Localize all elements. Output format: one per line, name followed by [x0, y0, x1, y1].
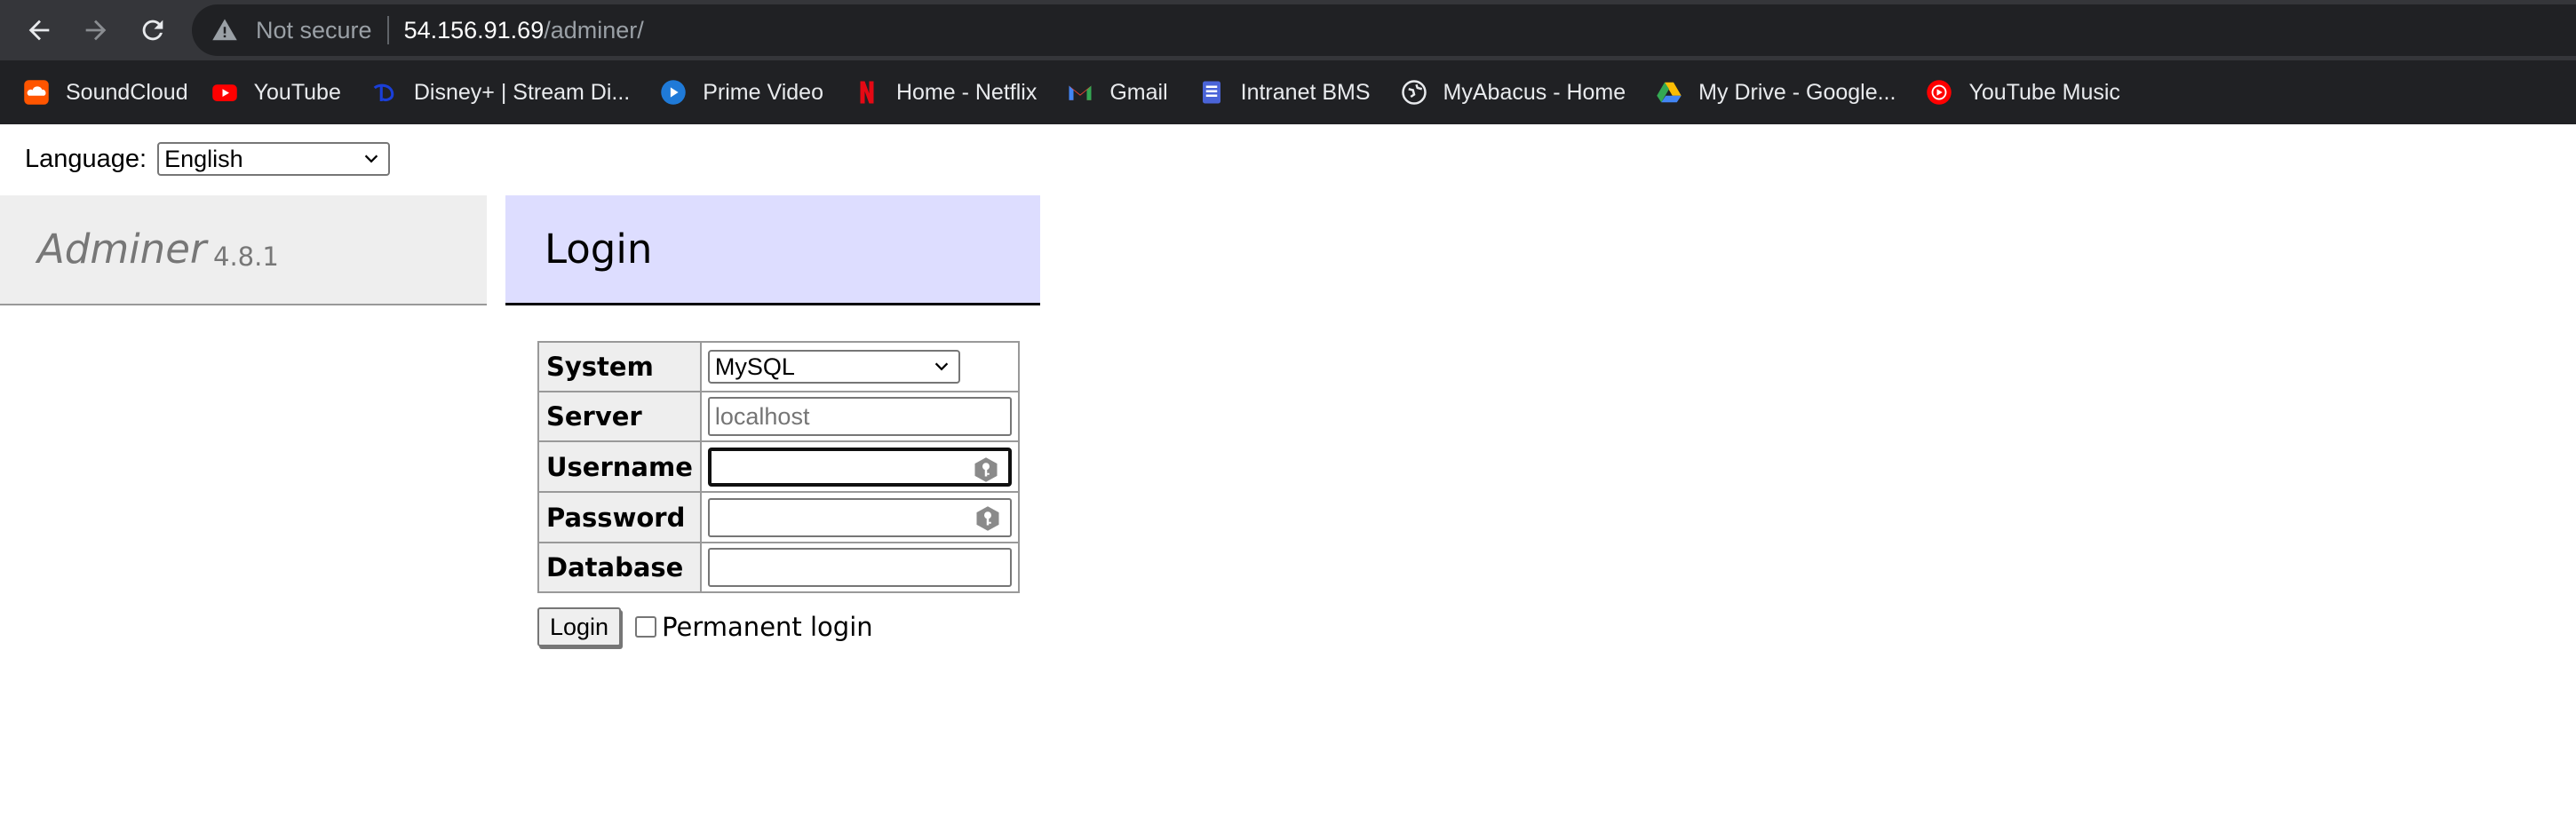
language-select[interactable]: English: [157, 142, 391, 176]
warning-icon[interactable]: [211, 17, 238, 44]
forward-button[interactable]: [75, 9, 117, 52]
bookmark-youtube-music[interactable]: YouTube Music: [1926, 71, 2120, 114]
intranet-icon: [1198, 79, 1225, 106]
bookmark-label: Disney+ | Stream Di...: [413, 79, 631, 105]
youtube-music-icon: [1926, 79, 1952, 106]
forward-arrow-icon: [85, 20, 107, 41]
password-manager-key-icon[interactable]: [974, 505, 1001, 532]
gmail-icon: [1067, 79, 1093, 106]
globe-icon: [1401, 79, 1427, 106]
soundcloud-icon: [23, 79, 50, 106]
bookmark-gmail[interactable]: Gmail: [1067, 71, 1168, 114]
bookmark-soundcloud[interactable]: SoundCloud: [23, 71, 188, 114]
system-select-value: MySQL: [714, 353, 795, 380]
form-row-password: Password: [537, 491, 1020, 543]
bookmark-label: Home - Netflix: [895, 79, 1038, 105]
heading-panel: Login: [505, 195, 1040, 305]
permanent-login-checkbox[interactable]: [635, 616, 657, 638]
youtube-icon: [211, 79, 238, 106]
app-version[interactable]: 4.8.1: [213, 242, 279, 272]
prime-video-icon: [660, 79, 687, 106]
bookmark-prime-video[interactable]: Prime Video: [660, 71, 823, 114]
password-manager-key-icon[interactable]: [973, 456, 999, 483]
reload-icon: [142, 20, 163, 41]
url-host[interactable]: 54.156.91.69: [404, 17, 545, 44]
language-form: Language: English: [25, 142, 391, 176]
username-cell: [699, 440, 1020, 493]
browser-chrome: Not secure 54.156.91.69/adminer/ SoundCl…: [0, 0, 2576, 124]
system-cell: MySQL: [699, 341, 1020, 392]
bookmark-disney-plus[interactable]: Disney+ | Stream Di...: [371, 71, 630, 114]
back-arrow-icon: [28, 20, 50, 41]
bookmark-label: My Drive - Google...: [1698, 79, 1896, 105]
system-label: System: [537, 341, 702, 392]
bookmark-youtube[interactable]: YouTube: [211, 71, 341, 114]
server-label: Server: [537, 391, 702, 442]
language-select-value: English: [164, 145, 243, 172]
form-row-database: Database: [537, 542, 1020, 593]
address-bar[interactable]: Not secure 54.156.91.69/adminer/: [192, 4, 2576, 56]
form-row-server: Server localhost: [537, 391, 1020, 442]
bookmark-label: YouTube: [253, 79, 341, 105]
bookmark-label: Prime Video: [703, 79, 823, 105]
permanent-login-label[interactable]: Permanent login: [662, 612, 873, 642]
bookmark-intranet-bms[interactable]: Intranet BMS: [1198, 71, 1371, 114]
bookmark-label: Gmail: [1109, 79, 1168, 105]
netflix-icon: [854, 79, 880, 106]
bookmark-label: YouTube Music: [1968, 79, 2120, 105]
form-row-system: System MySQL: [537, 341, 1020, 392]
url-path[interactable]: /adminer/: [544, 17, 644, 44]
google-drive-icon: [1656, 79, 1682, 106]
bookmark-label: MyAbacus - Home: [1443, 79, 1626, 105]
language-label: Language:: [25, 144, 147, 173]
app-name-link[interactable]: Adminer: [37, 226, 206, 273]
database-input[interactable]: [707, 548, 1012, 587]
reload-button[interactable]: [131, 9, 174, 52]
login-button[interactable]: Login: [537, 607, 622, 646]
server-cell: localhost: [699, 391, 1020, 442]
bookmark-google-drive[interactable]: My Drive - Google...: [1656, 71, 1896, 114]
form-row-username: Username: [537, 440, 1020, 493]
password-input[interactable]: [707, 497, 1012, 537]
username-label: Username: [537, 440, 702, 493]
chevron-down-icon: [934, 362, 949, 371]
security-status[interactable]: Not secure: [256, 17, 372, 44]
url-divider: [386, 16, 389, 44]
server-input[interactable]: localhost: [707, 397, 1012, 436]
bookmarks-bar: SoundCloud YouTube Disney+ | Stream Di..…: [0, 71, 2576, 114]
server-placeholder: localhost: [714, 402, 810, 430]
database-label: Database: [537, 542, 702, 593]
password-label: Password: [537, 491, 702, 543]
disney-plus-icon: [371, 79, 398, 106]
login-form-table: System MySQL Server localhost Username P…: [537, 341, 1020, 593]
bookmark-label: SoundCloud: [66, 79, 188, 105]
page-content: Language: English Adminer 4.8.1 Login Sy…: [0, 124, 2576, 840]
menu-panel: Adminer 4.8.1: [0, 195, 487, 305]
form-actions: Login Permanent login: [537, 607, 873, 646]
password-cell: [699, 491, 1020, 543]
page-title: Login: [545, 226, 653, 273]
bookmark-netflix[interactable]: Home - Netflix: [854, 71, 1037, 114]
chevron-down-icon: [364, 155, 378, 163]
bookmark-myabacus[interactable]: MyAbacus - Home: [1401, 71, 1626, 114]
browser-toolbar: Not secure 54.156.91.69/adminer/: [0, 0, 2576, 60]
username-input[interactable]: [707, 447, 1012, 487]
back-button[interactable]: [18, 9, 60, 52]
bookmark-label: Intranet BMS: [1240, 79, 1371, 105]
database-cell: [699, 542, 1020, 593]
system-select[interactable]: MySQL: [707, 350, 960, 384]
